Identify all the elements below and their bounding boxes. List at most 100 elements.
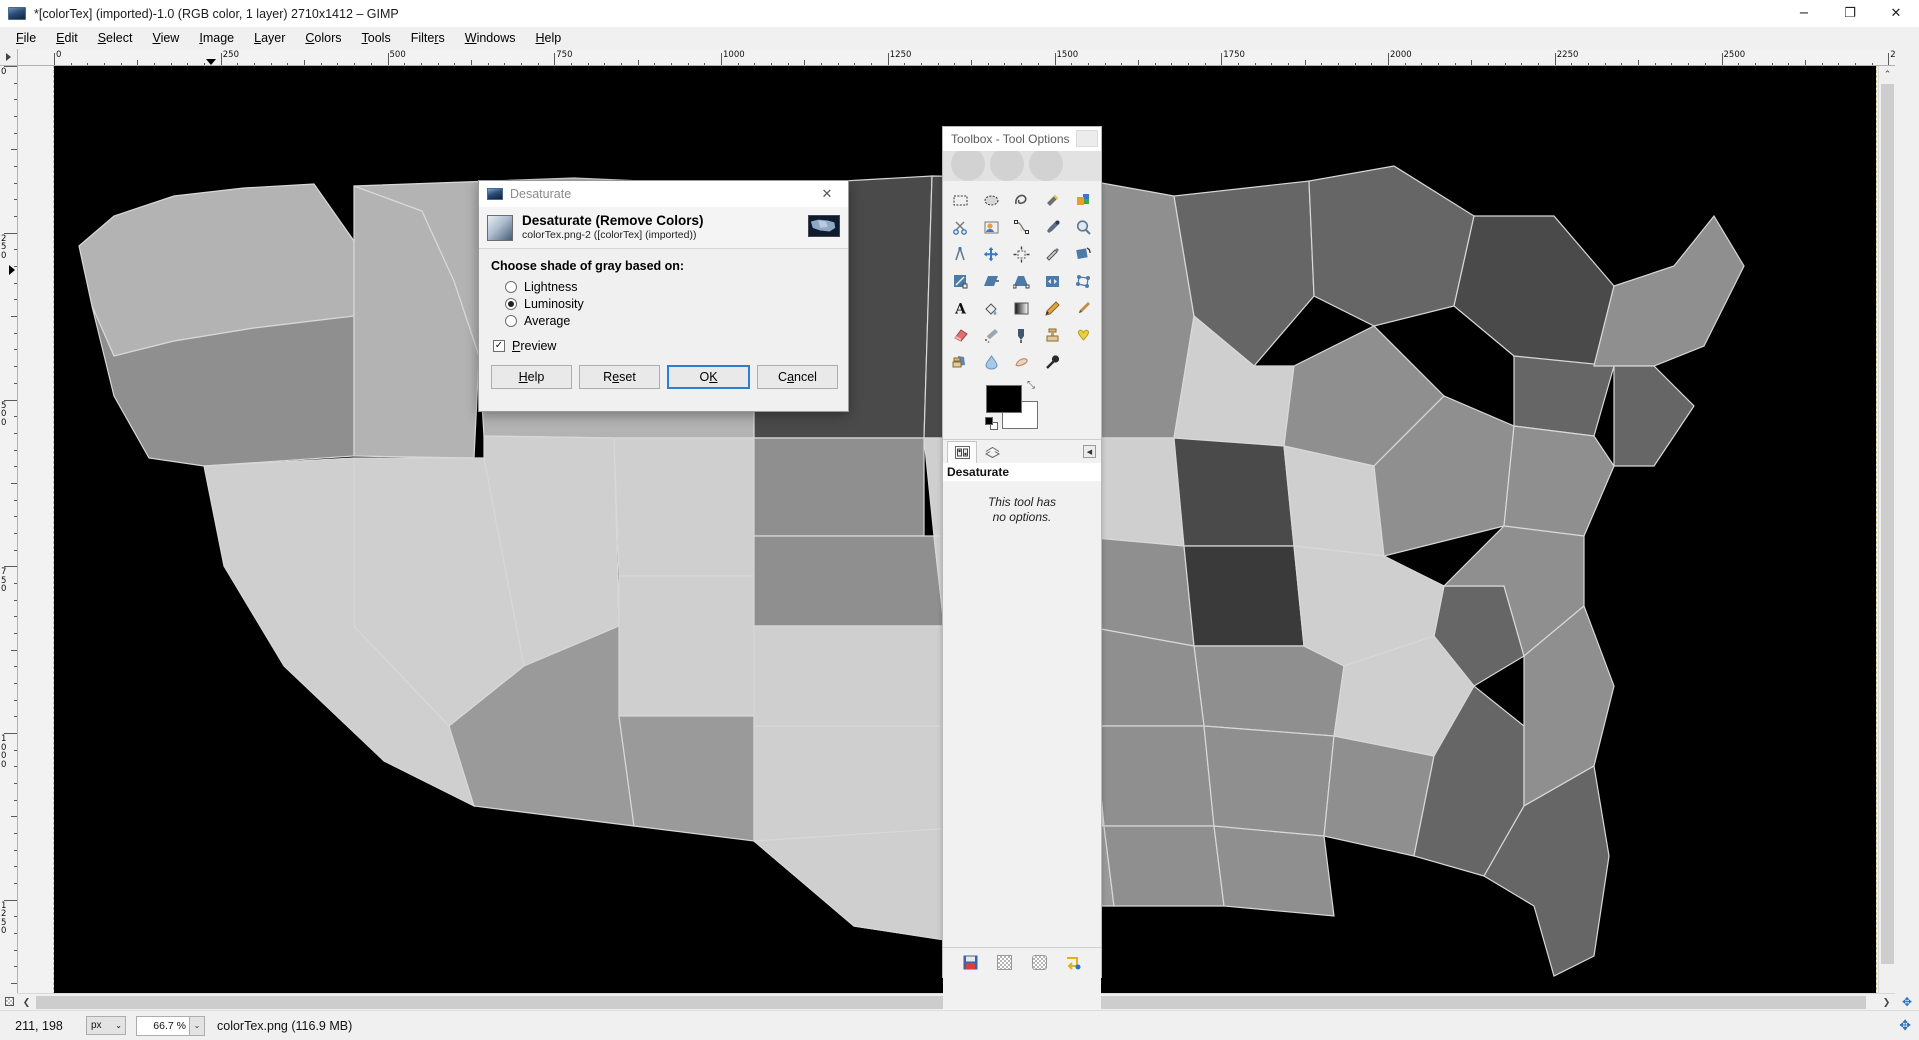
reset-tool-options-icon[interactable] <box>1065 954 1082 971</box>
delete-tool-preset-icon[interactable] <box>1031 954 1048 971</box>
tool-options-text-line1: This tool has <box>987 495 1057 509</box>
ruler-unit-button[interactable] <box>0 49 18 66</box>
color-picker-icon[interactable] <box>1038 214 1068 240</box>
shear-icon[interactable] <box>977 268 1007 294</box>
swap-colors-icon[interactable]: ⤡ <box>1027 380 1035 391</box>
color-swatch-area: ⤡ <box>943 377 1101 439</box>
paths-icon[interactable] <box>1007 214 1037 240</box>
scissors-select-icon[interactable] <box>946 214 976 240</box>
save-tool-preset-icon[interactable] <box>962 954 979 971</box>
rotate-icon[interactable] <box>1068 241 1098 267</box>
cage-transform-icon[interactable] <box>1068 268 1098 294</box>
clone-icon[interactable] <box>1038 322 1068 348</box>
maximize-button[interactable]: ❐ <box>1827 0 1873 27</box>
tool-options-tab[interactable] <box>947 440 977 463</box>
preview-checkbox-row[interactable]: ✓ Preview <box>493 339 838 353</box>
reset-colors-icon[interactable] <box>985 417 998 430</box>
measure-icon[interactable] <box>946 241 976 267</box>
scroll-up-icon[interactable]: ⌃ <box>1879 66 1896 83</box>
menu-item-filters[interactable]: Filters <box>401 29 455 47</box>
help-button[interactable]: Help <box>491 365 572 389</box>
restore-tool-preset-icon[interactable] <box>996 954 1013 971</box>
fuzzy-select-icon[interactable] <box>1038 187 1068 213</box>
menu-item-view[interactable]: View <box>142 29 189 47</box>
cancel-button[interactable]: Cancel <box>757 365 838 389</box>
airbrush-icon[interactable] <box>977 322 1007 348</box>
scroll-right-icon[interactable]: ❯ <box>1878 994 1895 1011</box>
rect-select-icon[interactable] <box>946 187 976 213</box>
ink-icon[interactable] <box>1007 322 1037 348</box>
dialog-close-button[interactable]: ✕ <box>806 181 848 207</box>
perspective-clone-icon[interactable] <box>946 349 976 375</box>
vertical-scroll-thumb[interactable] <box>1881 84 1894 964</box>
dialog-prompt: Choose shade of gray based on: <box>491 259 685 273</box>
text-icon[interactable]: A <box>946 295 976 321</box>
pencil-icon[interactable] <box>1038 295 1068 321</box>
radio-option-average[interactable]: Average <box>505 314 838 328</box>
device-status-tab[interactable] <box>977 441 1007 463</box>
flip-icon[interactable] <box>1038 268 1068 294</box>
move-icon[interactable] <box>977 241 1007 267</box>
blur-sharpen-icon[interactable] <box>977 349 1007 375</box>
crop-icon[interactable] <box>1038 241 1068 267</box>
move-handle-icon[interactable]: ✥ <box>1899 1018 1911 1034</box>
zoom-input[interactable]: 66.7 % <box>136 1015 190 1036</box>
align-icon[interactable] <box>1007 241 1037 267</box>
dodge-burn-icon[interactable] <box>1038 349 1068 375</box>
gradient-icon[interactable] <box>1007 295 1037 321</box>
menu-item-edit[interactable]: Edit <box>46 29 88 47</box>
perspective-icon[interactable] <box>1007 268 1037 294</box>
ruler-corner-arrow-icon <box>6 53 11 61</box>
menu-item-tools[interactable]: Tools <box>352 29 401 47</box>
foreground-select-icon[interactable] <box>977 214 1007 240</box>
window-controls: − ❐ ✕ <box>1781 0 1919 27</box>
unit-value: px <box>91 1020 102 1031</box>
quickmask-toggle-button[interactable] <box>0 993 18 1010</box>
ellipse-select-icon[interactable] <box>977 187 1007 213</box>
preview-checkbox[interactable]: ✓ <box>493 340 505 352</box>
scroll-left-icon[interactable]: ❮ <box>18 994 35 1011</box>
zoom-icon[interactable] <box>1068 214 1098 240</box>
vertical-scrollbar[interactable]: ⌃ ⌄ <box>1878 66 1895 1010</box>
menu-item-select[interactable]: Select <box>88 29 143 47</box>
tool-grid-empty <box>1068 349 1098 375</box>
paintbrush-icon[interactable] <box>1068 295 1098 321</box>
unit-selector[interactable]: px ⌄ <box>86 1016 126 1035</box>
menu-item-help[interactable]: Help <box>525 29 571 47</box>
heal-icon[interactable] <box>1068 322 1098 348</box>
reset-button[interactable]: Reset <box>579 365 660 389</box>
free-select-icon[interactable] <box>1007 187 1037 213</box>
scale-icon[interactable] <box>946 268 976 294</box>
smudge-icon[interactable] <box>1007 349 1037 375</box>
menu-item-file[interactable]: FFileile <box>6 29 46 47</box>
radio-lightness-indicator[interactable] <box>505 281 517 293</box>
file-info-label: colorTex.png (116.9 MB) <box>217 1018 353 1033</box>
menu-item-windows[interactable]: Windows <box>455 29 526 47</box>
toolbox-tab-row: ◀ <box>943 439 1101 463</box>
radio-option-luminosity[interactable]: Luminosity <box>505 297 838 311</box>
foreground-color-swatch[interactable] <box>986 385 1022 413</box>
menu-item-layer[interactable]: Layer <box>244 29 295 47</box>
ok-button[interactable]: OK <box>667 365 750 389</box>
tool-options-title: Desaturate <box>947 465 1010 479</box>
bucket-fill-icon[interactable] <box>977 295 1007 321</box>
vertical-ruler[interactable]: 0 250 500 750 1000 1250 <box>0 66 18 1010</box>
radio-luminosity-indicator[interactable] <box>505 298 517 310</box>
toolbox-menu-button[interactable] <box>1076 130 1098 147</box>
radio-average-indicator[interactable] <box>505 315 517 327</box>
radio-option-lightness[interactable]: Lightness <box>505 280 838 294</box>
close-button[interactable]: ✕ <box>1873 0 1919 27</box>
zoom-dropdown-button[interactable]: ⌄ <box>190 1015 205 1036</box>
minimize-button[interactable]: − <box>1781 0 1827 27</box>
menu-item-colors[interactable]: Colors <box>295 29 351 47</box>
collapse-panel-icon[interactable]: ◀ <box>1083 445 1096 458</box>
image-thumbnail-preview <box>808 215 840 237</box>
radio-lightness-label: Lightness <box>524 280 578 294</box>
horizontal-ruler[interactable]: 0250500750100012501500175020002250250027 <box>18 49 1895 66</box>
select-by-color-icon[interactable] <box>1068 187 1098 213</box>
menu-item-image[interactable]: Image <box>189 29 244 47</box>
eraser-icon[interactable] <box>946 322 976 348</box>
toolbox-titlebar[interactable]: Toolbox - Tool Options <box>943 127 1101 151</box>
window-titlebar: *[colorTex] (imported)-1.0 (RGB color, 1… <box>0 0 1919 27</box>
navigation-preview-button[interactable]: ✥ <box>1895 993 1919 1010</box>
